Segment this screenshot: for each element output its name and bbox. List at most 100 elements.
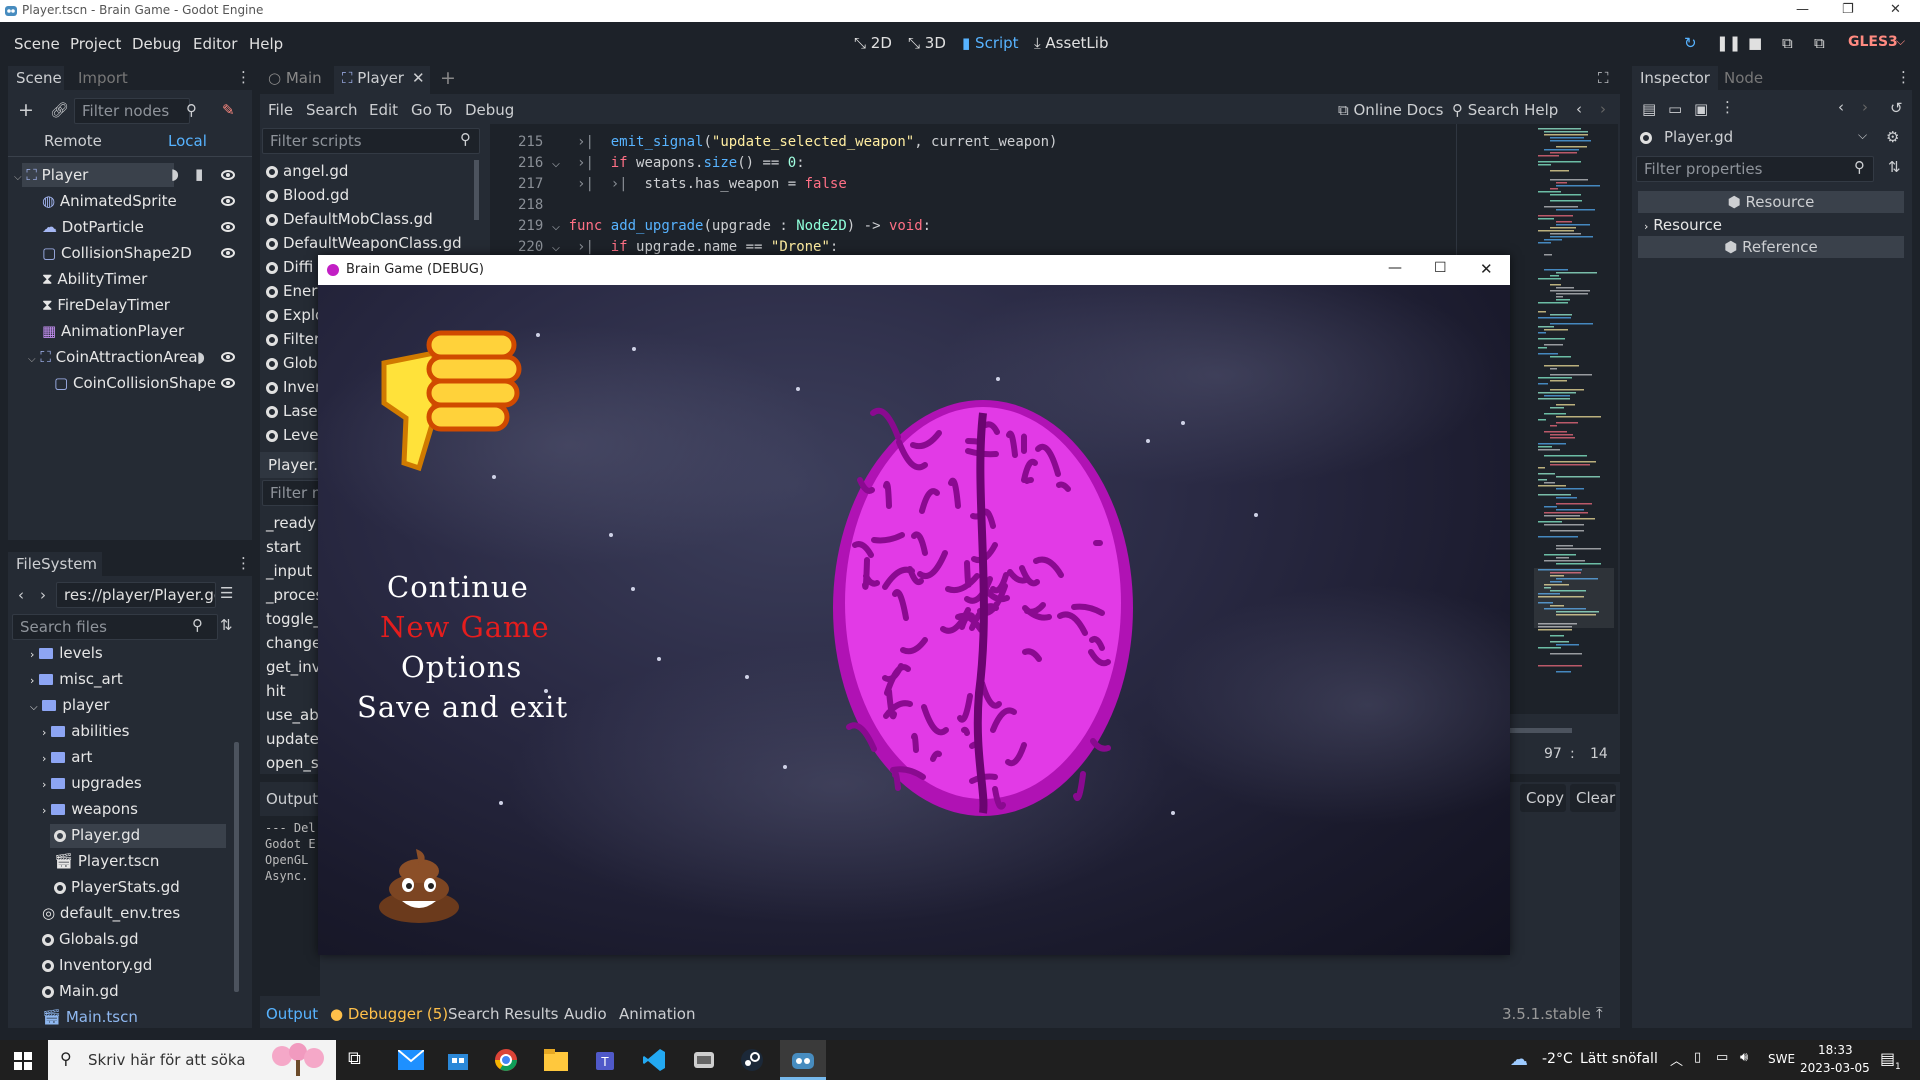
tab-audio[interactable]: Audio <box>564 1005 607 1023</box>
signal-icon[interactable]: ◗ <box>171 165 179 183</box>
new-resource-icon[interactable]: ▤ <box>1642 100 1656 118</box>
file-player-gd[interactable]: Player.gd <box>54 826 140 844</box>
resource-category[interactable]: › Resource <box>1644 216 1722 234</box>
search-files-input[interactable]: Search files <box>12 614 218 640</box>
script-menu-search[interactable]: Search <box>306 101 358 119</box>
stop-icon[interactable]: ■ <box>1748 34 1762 52</box>
visibility-eye-icon[interactable] <box>221 222 235 232</box>
menu-editor[interactable]: Editor <box>193 35 237 53</box>
history-forward-icon[interactable]: › <box>1862 98 1868 116</box>
task-view-icon[interactable]: ⧉ <box>348 1048 374 1072</box>
renderer-select[interactable]: GLES3 <box>1848 34 1898 50</box>
signal-icon[interactable]: ◗ <box>197 348 205 366</box>
tree-node-coinattractionarea[interactable]: ⌵ ⛶ CoinAttractionArea <box>28 348 198 366</box>
prev-script-icon[interactable]: ‹ <box>1576 100 1582 118</box>
filter-nodes-input[interactable]: Filter nodes <box>74 98 190 124</box>
minimize-button[interactable]: — <box>1388 260 1402 276</box>
tab-inspector[interactable]: Inspector <box>1632 66 1718 90</box>
list-view-icon[interactable]: ☰ <box>220 584 233 602</box>
script-menu-file[interactable]: File <box>268 101 293 119</box>
script-leve[interactable]: Leve <box>266 426 318 444</box>
tree-node-abilitytimer[interactable]: ⧗ AbilityTimer <box>42 270 147 288</box>
folder-misc-art[interactable]: › misc_art <box>30 670 123 688</box>
pause-icon[interactable]: ❚❚ <box>1716 34 1741 52</box>
tree-node-firedelaytimer[interactable]: ⧗ FireDelayTimer <box>42 296 170 314</box>
scene-script-icon[interactable]: ✎ <box>222 101 235 119</box>
script-lase[interactable]: Lase <box>266 402 318 420</box>
weather-text[interactable]: Lätt snöfall <box>1580 1051 1658 1067</box>
method-item[interactable]: hit <box>266 682 286 700</box>
tree-node-dotparticle[interactable]: ☁ DotParticle <box>42 218 144 236</box>
minimize-button[interactable]: — <box>1796 2 1809 17</box>
weather-temp[interactable]: -2°C <box>1542 1051 1573 1067</box>
filter-methods-input[interactable]: Filter m <box>262 480 322 506</box>
menu-scene[interactable]: Scene <box>14 35 60 53</box>
steam-icon[interactable] <box>740 1048 764 1072</box>
folder-levels[interactable]: › levels <box>30 644 103 662</box>
teams-icon[interactable]: T <box>594 1048 620 1072</box>
menu-save-and-exit[interactable]: Save and exit <box>357 690 568 724</box>
tab-output[interactable]: Output <box>266 1005 318 1023</box>
battery-icon[interactable]: ▯ <box>1694 1050 1701 1065</box>
menu-new-game[interactable]: New Game <box>380 610 550 644</box>
object-name[interactable]: Player.gd <box>1664 128 1733 146</box>
file-main-tscn[interactable]: 🎬︎ Main.tscn <box>42 1008 138 1026</box>
file-player-tscn[interactable]: 🎬︎ Player.tscn <box>54 852 159 870</box>
script-diffi[interactable]: Diffi <box>266 258 313 276</box>
visibility-eye-icon[interactable] <box>221 248 235 258</box>
section-resource[interactable]: ⬢ Resource <box>1638 191 1904 213</box>
visibility-eye-icon[interactable] <box>221 378 235 388</box>
workspace-3d-button[interactable]: ⤡ 3D <box>908 34 946 52</box>
menu-project[interactable]: Project <box>70 35 121 53</box>
folder-upgrades[interactable]: › upgrades <box>42 774 142 792</box>
thumbs-down-icon[interactable] <box>374 323 524 473</box>
workspace-assetlib-button[interactable]: ⤓ AssetLib <box>1034 34 1108 52</box>
method-item[interactable]: use_abi <box>266 706 323 724</box>
vscode-icon[interactable] <box>642 1048 666 1072</box>
tree-node-animationplayer[interactable]: ▦ AnimationPlayer <box>42 322 184 340</box>
chevron-up-icon[interactable]: ︿ <box>1670 1050 1683 1069</box>
method-item[interactable]: _input <box>266 562 312 580</box>
close-button[interactable]: ✕ <box>1480 260 1493 278</box>
windows-start-icon[interactable] <box>14 1052 32 1070</box>
file-globals-gd[interactable]: Globals.gd <box>42 930 138 948</box>
tab-main[interactable]: ○ Main <box>268 69 322 87</box>
notifications-icon[interactable]: ▤ <box>1880 1049 1895 1068</box>
tab-import[interactable]: Import <box>78 69 128 87</box>
script-glob[interactable]: Glob <box>266 354 318 372</box>
scrollbar[interactable] <box>234 742 239 992</box>
link-icon[interactable]: 🔗︎ <box>50 101 69 119</box>
tab-node[interactable]: Node <box>1724 69 1763 87</box>
property-sort-icon[interactable]: ⇅ <box>1888 158 1901 176</box>
maximize-button[interactable]: ☐ <box>1434 260 1447 276</box>
script-ener[interactable]: Ener <box>266 282 317 300</box>
mail-icon[interactable] <box>398 1050 424 1070</box>
tab-search-results[interactable]: Search Results <box>448 1005 558 1023</box>
script-attached-icon[interactable]: ▮ <box>195 165 203 183</box>
script-menu-goto[interactable]: Go To <box>411 101 452 119</box>
add-tab-icon[interactable]: + <box>440 67 456 89</box>
next-script-icon[interactable]: › <box>1600 100 1606 118</box>
network-icon[interactable]: ▭ <box>1716 1050 1728 1065</box>
weather-cloud-icon[interactable]: ☁ <box>1510 1049 1528 1070</box>
section-reference[interactable]: ⬢ Reference <box>1638 236 1904 258</box>
file-explorer-icon[interactable] <box>544 1049 568 1071</box>
object-properties-icon[interactable]: ⚙ <box>1886 128 1899 146</box>
app-icon[interactable] <box>692 1048 716 1072</box>
play-restart-icon[interactable]: ↻ <box>1684 34 1697 52</box>
file-main-gd[interactable]: Main.gd <box>42 982 119 1000</box>
store-icon[interactable] <box>446 1048 470 1072</box>
more-options-icon[interactable]: ⋮ <box>1720 98 1735 116</box>
dock-menu-icon[interactable]: ⋮ <box>1896 68 1911 86</box>
method-item[interactable]: get_inv <box>266 658 321 676</box>
online-docs-button[interactable]: ⧉ Online Docs <box>1338 101 1443 119</box>
file-inventory-gd[interactable]: Inventory.gd <box>42 956 152 974</box>
maximize-button[interactable]: ❐ <box>1842 2 1854 17</box>
back-icon[interactable]: ‹ <box>18 586 24 604</box>
distraction-free-icon[interactable]: ⛶ <box>1598 69 1609 87</box>
remote-toggle[interactable]: Remote <box>44 132 102 150</box>
history-back-icon[interactable]: ‹ <box>1838 98 1844 116</box>
play-custom-scene-icon[interactable]: ⧉ <box>1814 34 1825 52</box>
clear-button[interactable]: Clear <box>1576 789 1615 807</box>
folder-player[interactable]: ⌵ player <box>30 696 110 714</box>
